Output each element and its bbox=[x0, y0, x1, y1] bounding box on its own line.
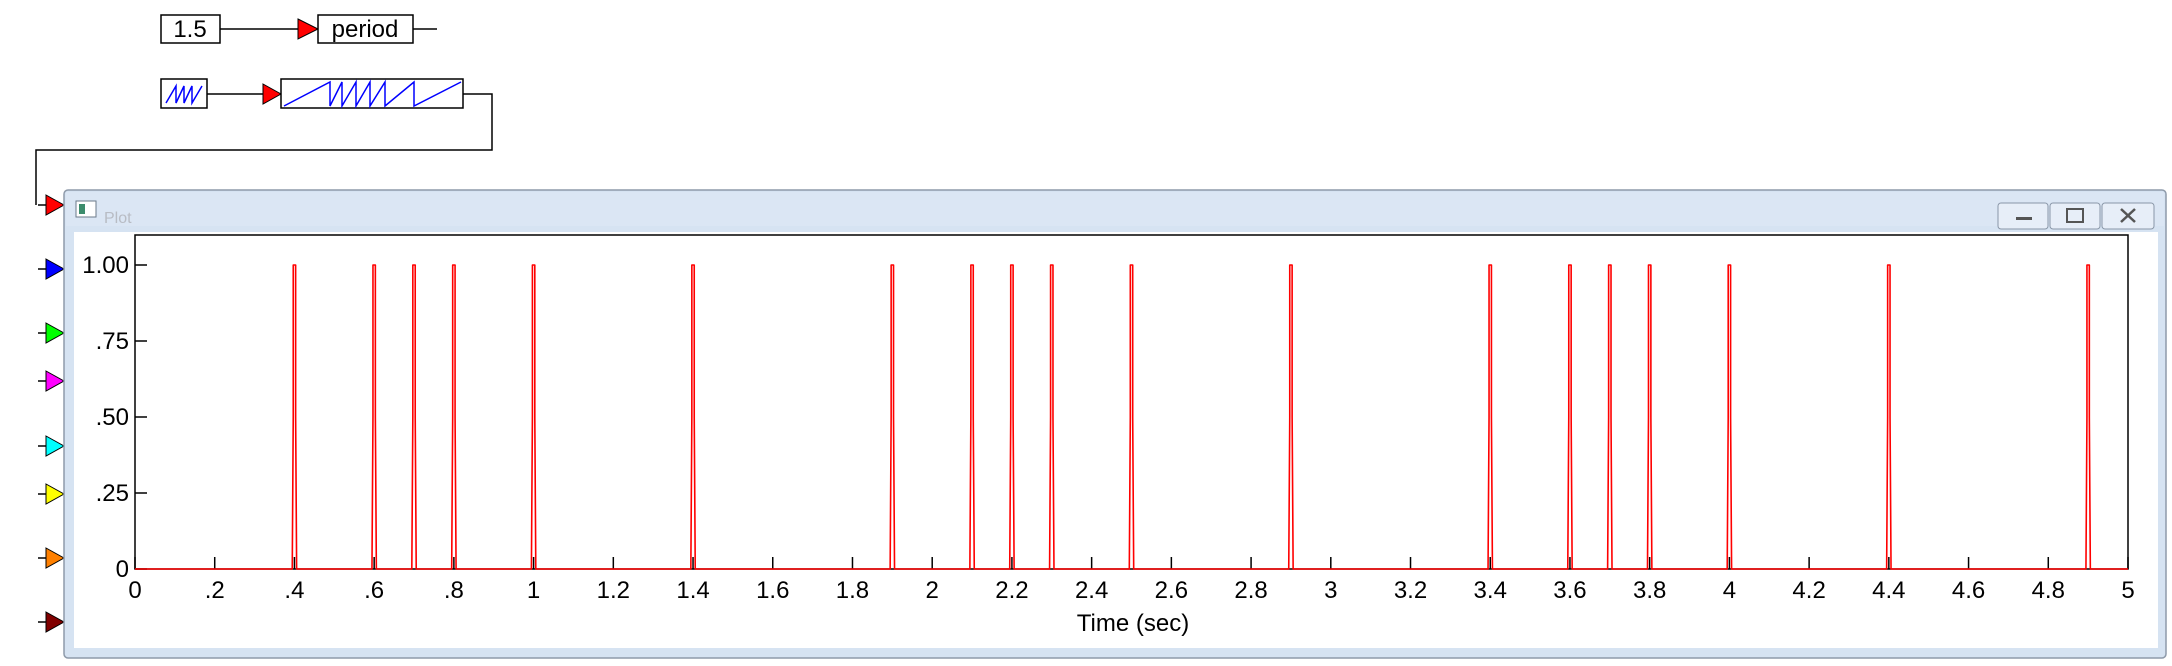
input-port-5[interactable] bbox=[38, 435, 66, 457]
port-arrow-icon bbox=[45, 370, 66, 392]
input-port-6[interactable] bbox=[38, 483, 66, 505]
y-tick-label: .75 bbox=[96, 328, 129, 355]
port-arrow-icon bbox=[45, 322, 66, 344]
feedback-wire bbox=[35, 93, 493, 205]
port-arrow-icon bbox=[45, 258, 66, 280]
period-label: period bbox=[332, 16, 399, 43]
maximize-button[interactable] bbox=[2049, 202, 2101, 230]
x-tick-label: 2.8 bbox=[1234, 577, 1267, 604]
input-connector-arrow[interactable] bbox=[262, 83, 283, 105]
x-tick-label: .8 bbox=[444, 577, 464, 604]
x-tick-label: 4.4 bbox=[1872, 577, 1905, 604]
diagram-canvas: 1.5 period Plot 0 .25 .50 .75 1.00 0 .2 … bbox=[0, 0, 2172, 666]
input-port-column bbox=[38, 194, 66, 633]
x-tick-label: 3.6 bbox=[1553, 577, 1586, 604]
x-tick-label: 1.2 bbox=[597, 577, 630, 604]
y-tick-label: .50 bbox=[96, 404, 129, 431]
input-port-7[interactable] bbox=[38, 547, 66, 569]
x-tick-label: 0 bbox=[128, 577, 141, 604]
x-tick-label: 1.8 bbox=[836, 577, 869, 604]
port-arrow-icon bbox=[45, 483, 66, 505]
x-tick-label: 2.2 bbox=[995, 577, 1028, 604]
x-tick-label: 3.2 bbox=[1394, 577, 1427, 604]
port-arrow-icon bbox=[45, 435, 66, 457]
x-tick-label: 2.4 bbox=[1075, 577, 1108, 604]
plot-window-title: Plot bbox=[104, 210, 132, 227]
y-tick-label: 0 bbox=[116, 556, 129, 583]
plot-window-icon bbox=[75, 200, 97, 218]
x-tick-label: 2 bbox=[926, 577, 939, 604]
constant-value: 1.5 bbox=[173, 16, 206, 43]
y-tick-label: .25 bbox=[96, 480, 129, 507]
x-tick-label: 3.8 bbox=[1633, 577, 1666, 604]
input-port-3[interactable] bbox=[38, 322, 66, 344]
x-axis-title: Time (sec) bbox=[1077, 610, 1189, 637]
x-tick-label: 1 bbox=[527, 577, 540, 604]
input-connector-arrow[interactable] bbox=[297, 18, 320, 40]
x-tick-label: .6 bbox=[364, 577, 384, 604]
input-port-4[interactable] bbox=[38, 370, 66, 392]
input-port-1[interactable] bbox=[38, 194, 66, 216]
x-tick-label: 5 bbox=[2121, 577, 2134, 604]
x-tick-label: 4.2 bbox=[1792, 577, 1825, 604]
x-tick-label: .2 bbox=[205, 577, 225, 604]
port-arrow-icon bbox=[45, 611, 66, 633]
y-tick-label: 1.00 bbox=[82, 252, 129, 279]
constant-block[interactable]: 1.5 bbox=[160, 14, 221, 44]
input-port-8[interactable] bbox=[38, 611, 66, 633]
x-tick-label: 4 bbox=[1723, 577, 1736, 604]
port-arrow-icon bbox=[45, 194, 66, 216]
input-port-2[interactable] bbox=[38, 258, 66, 280]
x-tick-label: 4.6 bbox=[1952, 577, 1985, 604]
minimize-button[interactable] bbox=[1997, 202, 2049, 230]
plot-titlebar[interactable] bbox=[66, 192, 2164, 226]
x-tick-label: 1.6 bbox=[756, 577, 789, 604]
x-tick-label: .4 bbox=[284, 577, 304, 604]
port-arrow-icon bbox=[45, 547, 66, 569]
x-tick-label: 1.4 bbox=[676, 577, 709, 604]
waveform-block[interactable] bbox=[280, 78, 464, 109]
x-tick-label: 3 bbox=[1324, 577, 1337, 604]
period-block[interactable]: period bbox=[317, 14, 414, 44]
x-tick-label: 2.6 bbox=[1155, 577, 1188, 604]
sawtooth-source-block[interactable] bbox=[160, 78, 208, 109]
x-tick-label: 4.8 bbox=[2032, 577, 2065, 604]
x-tick-label: 3.4 bbox=[1474, 577, 1507, 604]
close-button[interactable] bbox=[2101, 202, 2155, 230]
